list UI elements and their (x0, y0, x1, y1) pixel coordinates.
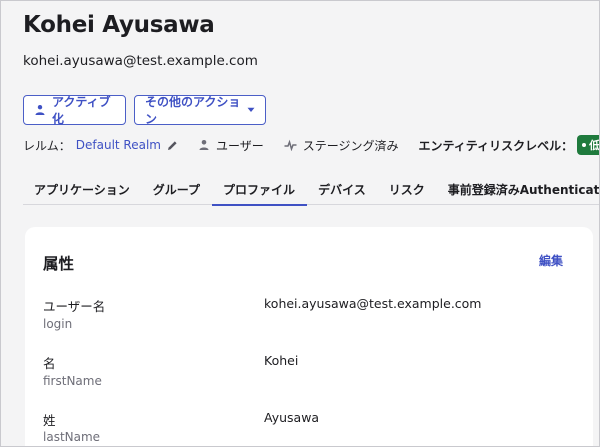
attr-firstname-label: 名 (43, 356, 56, 371)
activate-button-label: アクティブ化 (52, 95, 111, 126)
page-frame: Kohei Ayusawa kohei.ayusawa@test.example… (0, 0, 600, 447)
realm-label: レルム： (23, 138, 71, 153)
user-type-icon (199, 140, 209, 150)
risk-level-value: 低 (589, 139, 600, 152)
attr-lastname-key: lastName (43, 430, 101, 444)
activate-button[interactable]: アクティブ化 (23, 95, 126, 126)
attr-firstname-value: Kohei (264, 353, 299, 368)
realm-link[interactable]: Default Realm (76, 138, 161, 152)
more-actions-label: その他のアクション (145, 95, 241, 126)
tab-profile[interactable]: プロファイル (212, 171, 308, 206)
attr-username-label: ユーザー名 (43, 299, 106, 314)
attr-lastname-label: 姓 (43, 413, 56, 428)
tab-preenrolled-authenticators[interactable]: 事前登録済みAuthenticator (437, 171, 599, 205)
attributes-title: 属性 (43, 255, 75, 273)
attr-username-value: kohei.ayusawa@test.example.com (264, 296, 482, 311)
person-icon (35, 105, 45, 115)
risk-level-badge: 低 (577, 135, 600, 155)
attr-username-key: login (43, 317, 73, 331)
tab-devices[interactable]: デバイス (307, 171, 378, 205)
staged-status-icon (284, 139, 297, 151)
attributes-card: 属性 編集 ユーザー名 login kohei.ayusawa@test.exa… (25, 227, 593, 446)
caret-down-icon (247, 107, 255, 112)
attr-firstname-key: firstName (43, 374, 102, 388)
tab-applications[interactable]: アプリケーション (23, 171, 142, 205)
more-actions-button[interactable]: その他のアクション (134, 95, 266, 126)
profile-tabs: アプリケーション グループ プロファイル デバイス リスク 事前登録済みAuth… (23, 171, 599, 206)
user-status-label: ステージング済み (302, 138, 399, 153)
user-email: kohei.ayusawa@test.example.com (23, 53, 258, 69)
edit-attributes-button[interactable]: 編集 (539, 252, 563, 269)
user-status: ステージング済み (284, 137, 399, 154)
user-type-label: ユーザー (215, 138, 264, 153)
user-type: ユーザー (198, 137, 264, 154)
tab-risk[interactable]: リスク (378, 171, 437, 205)
risk-level-label: エンティティリスクレベル： (418, 138, 574, 153)
attr-lastname-value: Ayusawa (264, 410, 320, 425)
pencil-icon[interactable] (167, 140, 178, 151)
risk-dot-icon (582, 143, 587, 147)
user-name-heading: Kohei Ayusawa (23, 12, 215, 38)
user-meta-row: レルム： Default Realm ユーザー ステージング済み エンティティリ… (23, 135, 600, 155)
tab-groups[interactable]: グループ (142, 171, 212, 205)
